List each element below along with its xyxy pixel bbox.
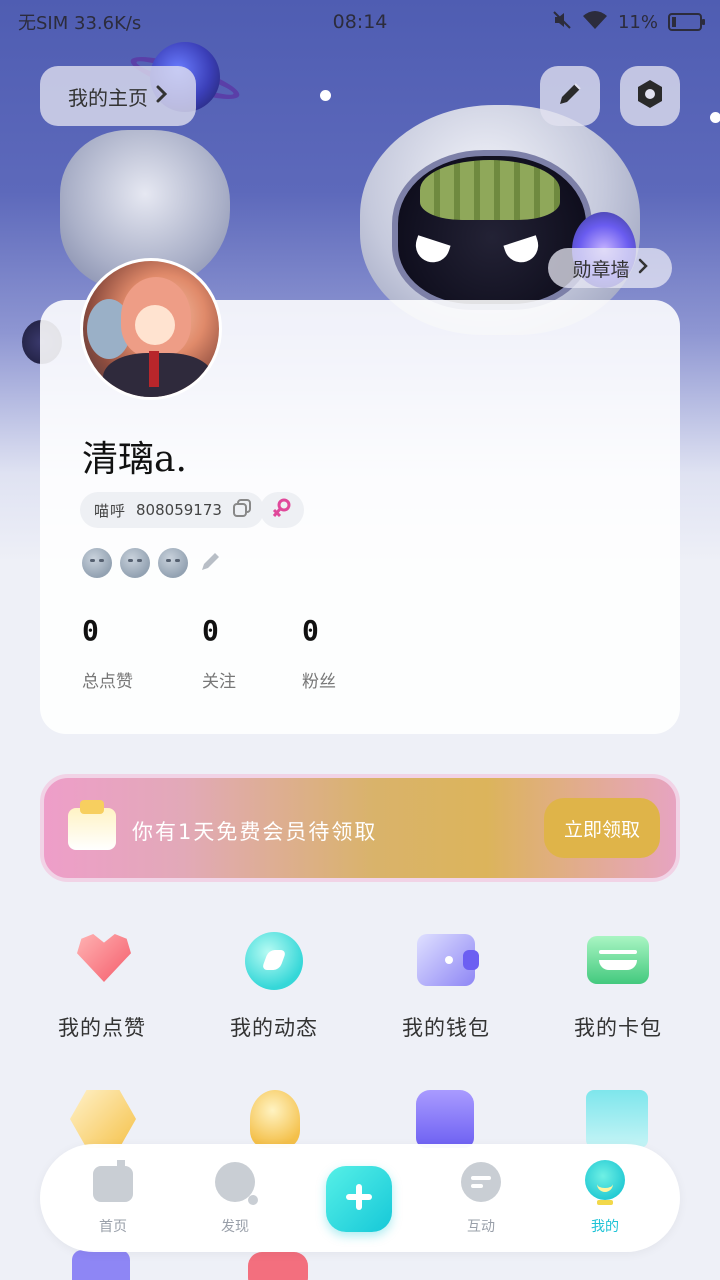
settings-button[interactable] [620,66,680,126]
pencil-icon [555,79,585,113]
stat-following[interactable]: 0 关注 [202,614,292,692]
battery-text: 11% [617,11,658,33]
nav-label: 发现 [221,1219,249,1235]
gift-icon [68,800,116,850]
medal-icon[interactable] [82,548,112,578]
status-left: 无SIM 33.6K/s [18,9,141,35]
stat-value: 0 [302,614,319,647]
stat-label: 关注 [202,672,236,692]
avatar[interactable] [80,258,222,400]
feature-label: 我的点赞 [58,1016,146,1040]
card-stack-icon[interactable] [72,1250,130,1280]
feature-my-wallet[interactable]: 我的钱包 [376,930,516,1042]
fish-icon[interactable] [586,1090,648,1148]
battery-icon [668,13,705,31]
me-icon [583,1160,627,1205]
nickname: 清璃a. [82,439,187,480]
medal-icon[interactable] [120,548,150,578]
favorite-hexagon-icon[interactable] [70,1090,136,1148]
heart-icon [69,930,135,990]
lightbulb-icon[interactable] [250,1090,300,1148]
edit-profile-button[interactable] [540,66,600,126]
badge-wall-button[interactable]: 勋章墙 [548,248,672,288]
my-homepage-button[interactable]: 我的主页 [40,66,196,126]
gear-icon [634,78,666,114]
avatar-tie [149,351,159,387]
copy-icon[interactable] [232,498,252,522]
stat-total-likes[interactable]: 0 总点赞 [82,614,172,692]
claim-vip-button[interactable]: 立即领取 [544,798,660,858]
chevron-right-icon [156,84,168,108]
gender-badge [260,492,304,528]
female-icon [271,497,293,524]
nav-label: 我的 [591,1219,619,1235]
chevron-right-icon [638,257,648,279]
mute-icon [552,10,572,35]
status-right: 11% [552,10,705,35]
interact-icon [459,1160,503,1204]
avatar-face [135,305,175,345]
nav-item-interact[interactable]: 互动 [436,1160,526,1236]
plus-icon [344,1182,374,1216]
status-bar: 无SIM 33.6K/s 08:14 11% [0,0,720,44]
my-homepage-label: 我的主页 [68,85,148,110]
moment-icon [241,930,307,990]
stat-label: 粉丝 [302,672,336,692]
nav-item-discover[interactable]: 发现 [190,1160,280,1236]
star-decoration [710,112,720,123]
user-id-pill[interactable]: 喵呼 808059173 [80,492,264,528]
home-icon [91,1160,135,1204]
nav-item-me[interactable]: 我的 [560,1160,650,1236]
discover-icon [213,1160,258,1205]
network-speed-text: 无SIM 33.6K/s [18,13,142,34]
stat-followers[interactable]: 0 粉丝 [302,614,392,692]
vip-banner[interactable]: 你有1天免费会员待领取 立即领取 [40,774,680,882]
stat-value: 0 [82,614,99,647]
create-post-button[interactable] [326,1166,392,1232]
shop-icon[interactable] [416,1090,474,1148]
user-id-label: 喵呼 [94,501,127,520]
nav-item-home[interactable]: 首页 [68,1160,158,1236]
wallet-icon [413,930,479,990]
astronaut-hair-illustration [420,160,560,220]
bag-icon[interactable] [248,1252,308,1280]
vip-banner-text: 你有1天免费会员待领取 [132,820,378,844]
user-id-value: 808059173 [136,501,222,519]
stat-label: 总点赞 [82,672,133,692]
feature-my-likes[interactable]: 我的点赞 [32,930,172,1042]
medal-icon[interactable] [158,548,188,578]
star-decoration [320,90,331,101]
card-icon [585,930,651,990]
feature-label: 我的动态 [230,1016,318,1040]
feature-label: 我的钱包 [402,1016,490,1040]
feature-my-moments[interactable]: 我的动态 [204,930,344,1042]
edit-medals-button[interactable] [196,548,226,578]
wifi-icon [582,10,608,35]
feature-label: 我的卡包 [574,1016,662,1040]
pencil-icon [199,549,223,577]
feature-my-cards[interactable]: 我的卡包 [548,930,688,1042]
badge-wall-label: 勋章墙 [572,258,630,281]
stat-value: 0 [202,614,219,647]
nav-label: 首页 [99,1219,127,1235]
bottom-navigation: 首页 发现 互动 我的 [40,1144,680,1252]
nav-label: 互动 [467,1219,495,1235]
